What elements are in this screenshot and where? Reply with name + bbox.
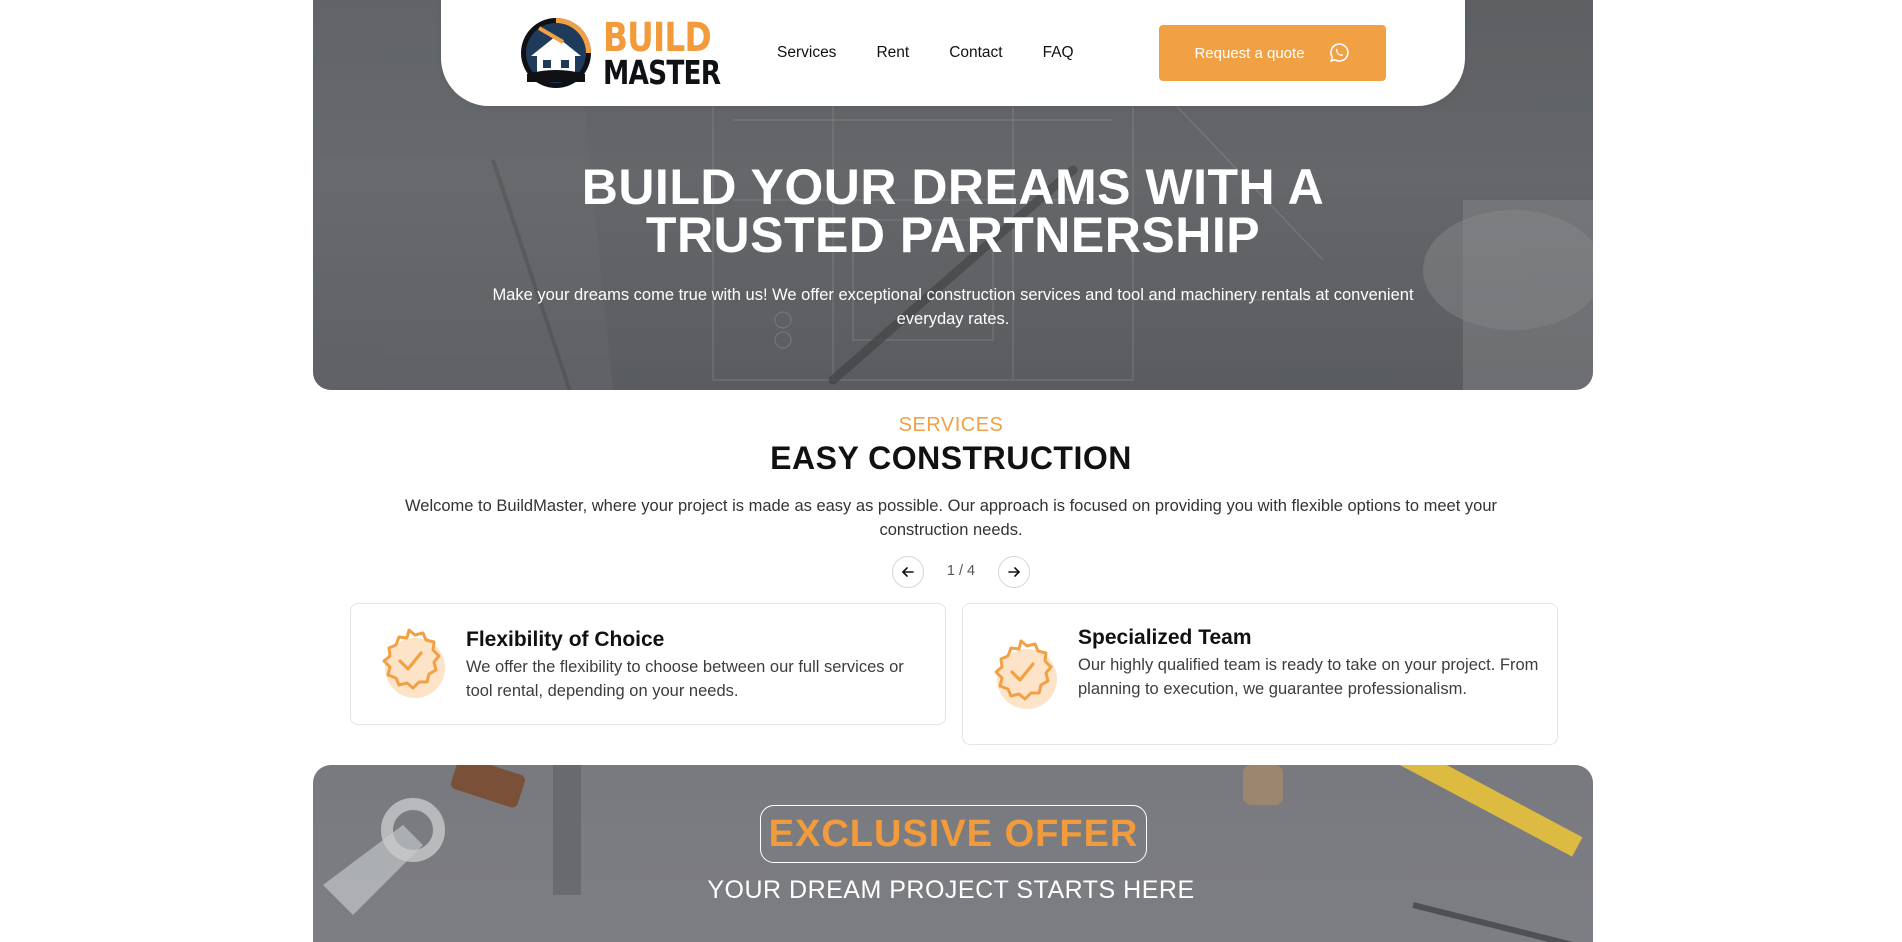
- service-card: Flexibility of Choice We offer the flexi…: [350, 603, 946, 725]
- service-card-title: Specialized Team: [1078, 626, 1252, 649]
- whatsapp-icon: [1329, 43, 1349, 62]
- service-card-text: Our highly qualified team is ready to ta…: [1078, 656, 1539, 698]
- brand-word-master: MASTER: [603, 53, 721, 92]
- services-description: Welcome to BuildMaster, where your proje…: [405, 497, 1497, 539]
- arrow-right-icon: [1008, 567, 1020, 577]
- brand-logo[interactable]: BUILD MASTER: [519, 16, 721, 92]
- hero-title-line2: TRUSTED PARTNERSHIP: [645, 207, 1261, 263]
- nav-link-faq[interactable]: FAQ: [1043, 44, 1074, 62]
- exclusive-offer-badge: EXCLUSIVE OFFER: [760, 805, 1147, 863]
- arrow-left-icon: [902, 567, 914, 577]
- nav-link-contact[interactable]: Contact: [949, 44, 1002, 62]
- navbar: BUILD MASTER Services Rent Contact FAQ R…: [441, 0, 1465, 106]
- carousel-page-indicator: 1 / 4: [946, 563, 976, 579]
- carousel-next-button[interactable]: [998, 556, 1030, 588]
- nav-link-rent[interactable]: Rent: [876, 44, 909, 62]
- check-badge-icon: [994, 639, 1057, 709]
- hero-subtitle: Make your dreams come true with us! We o…: [492, 286, 1414, 328]
- house-logo-icon: [521, 18, 591, 88]
- offer-subtitle: YOUR DREAM PROJECT STARTS HERE: [707, 876, 1195, 904]
- nav-link-services[interactable]: Services: [777, 44, 836, 62]
- service-card-text: We offer the flexibility to choose betwe…: [466, 658, 904, 700]
- carousel-prev-button[interactable]: [892, 556, 924, 588]
- brand-word-build: BUILD: [603, 15, 712, 61]
- services-eyebrow: SERVICES: [898, 414, 1004, 436]
- check-badge-icon: [382, 628, 445, 698]
- service-card: Specialized Team Our highly qualified te…: [962, 603, 1558, 745]
- service-card-title: Flexibility of Choice: [466, 628, 665, 651]
- request-quote-label: Request a quote: [1194, 44, 1305, 62]
- services-title: EASY CONSTRUCTION: [770, 440, 1132, 476]
- main-nav: Services Rent Contact FAQ: [777, 44, 1114, 62]
- request-quote-button[interactable]: Request a quote: [1159, 25, 1386, 81]
- hero-title: BUILD YOUR DREAMS WITH A TRUSTED PARTNER…: [313, 162, 1593, 260]
- carousel-pager: 1 / 4: [892, 556, 1030, 588]
